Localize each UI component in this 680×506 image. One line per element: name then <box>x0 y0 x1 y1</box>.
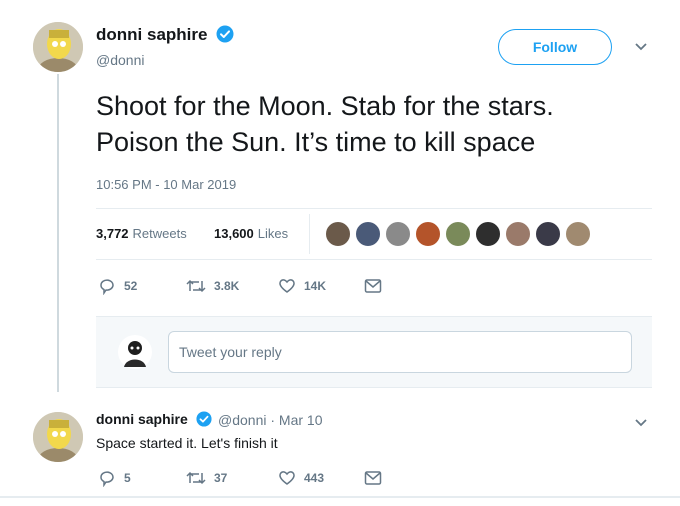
reply-composer: Tweet your reply <box>96 316 652 388</box>
chevron-down-icon[interactable] <box>634 42 648 52</box>
follow-button[interactable]: Follow <box>498 29 612 65</box>
verified-badge-icon <box>216 25 234 43</box>
retweet-action[interactable]: 37 <box>186 469 227 487</box>
tweet-text: Shoot for the Moon. Stab for the stars. … <box>96 88 656 160</box>
liker-avatar[interactable] <box>564 220 592 248</box>
tweet-page: donni saphire @donni Follow Shoot for th… <box>0 0 680 506</box>
like-action[interactable]: 443 <box>278 469 324 487</box>
divider <box>96 259 652 260</box>
reply-tweet-text: Space started it. Let's finish it <box>96 435 278 451</box>
author-name[interactable]: donni saphire <box>96 25 207 44</box>
reply-input[interactable]: Tweet your reply <box>168 331 632 373</box>
reply-action[interactable]: 5 <box>98 469 131 487</box>
like-icon <box>279 471 295 485</box>
author-avatar[interactable] <box>33 22 83 72</box>
reply-icon <box>100 471 114 487</box>
verified-badge-icon <box>196 411 212 427</box>
liker-avatar[interactable] <box>354 220 382 248</box>
retweets-label: Retweets <box>132 226 187 241</box>
avatar-image <box>33 22 83 72</box>
current-user-avatar[interactable] <box>118 335 152 369</box>
reply-count: 52 <box>124 279 138 293</box>
liker-avatar[interactable] <box>324 220 352 248</box>
reply-meta[interactable]: @donni · Mar 10 <box>218 412 322 428</box>
liker-avatar[interactable] <box>414 220 442 248</box>
reply-action[interactable]: 52 <box>98 277 137 295</box>
likes-stat[interactable]: 13,600 Likes <box>214 226 288 241</box>
like-count: 14K <box>304 279 327 293</box>
tweet-text-line: Shoot for the Moon. Stab for the stars. <box>96 91 554 121</box>
direct-message-icon <box>364 471 382 485</box>
likes-count: 13,600 <box>214 226 254 241</box>
direct-message-icon <box>364 279 382 293</box>
avatar-image <box>124 341 146 367</box>
reply-icon <box>100 279 114 295</box>
reply-count: 5 <box>124 471 131 485</box>
retweet-action[interactable]: 3.8K <box>186 277 239 295</box>
direct-message-action[interactable] <box>364 470 390 486</box>
author-handle[interactable]: @donni <box>96 52 144 68</box>
likes-label: Likes <box>257 226 289 241</box>
thread-connector-line <box>57 74 59 392</box>
like-action[interactable]: 14K <box>278 277 326 295</box>
avatar-image <box>33 412 83 462</box>
direct-message-action[interactable] <box>364 278 390 294</box>
liker-avatar[interactable] <box>384 220 412 248</box>
retweet-count: 3.8K <box>214 279 240 293</box>
chevron-down-icon[interactable] <box>634 418 648 428</box>
stats-divider <box>309 214 310 254</box>
liker-avatar[interactable] <box>534 220 562 248</box>
author-name-row[interactable]: donni saphire <box>96 25 234 45</box>
liker-avatar[interactable] <box>474 220 502 248</box>
retweet-icon <box>186 471 206 485</box>
liker-avatar[interactable] <box>504 220 532 248</box>
reply-author-name-row[interactable]: donni saphire <box>96 411 212 427</box>
retweet-count: 37 <box>214 471 228 485</box>
bottom-divider <box>0 496 680 498</box>
liker-avatar[interactable] <box>444 220 472 248</box>
tweet-timestamp[interactable]: 10:56 PM - 10 Mar 2019 <box>96 177 236 192</box>
like-icon <box>279 279 295 293</box>
like-count: 443 <box>304 471 325 485</box>
reply-author-avatar[interactable] <box>33 412 83 462</box>
retweets-stat[interactable]: 3,772 Retweets <box>96 226 187 241</box>
divider <box>96 208 652 209</box>
tweet-text-line: Poison the Sun. It’s time to kill space <box>96 127 536 157</box>
reply-author-name[interactable]: donni saphire <box>96 411 188 427</box>
retweets-count: 3,772 <box>96 226 129 241</box>
retweet-icon <box>186 279 206 293</box>
